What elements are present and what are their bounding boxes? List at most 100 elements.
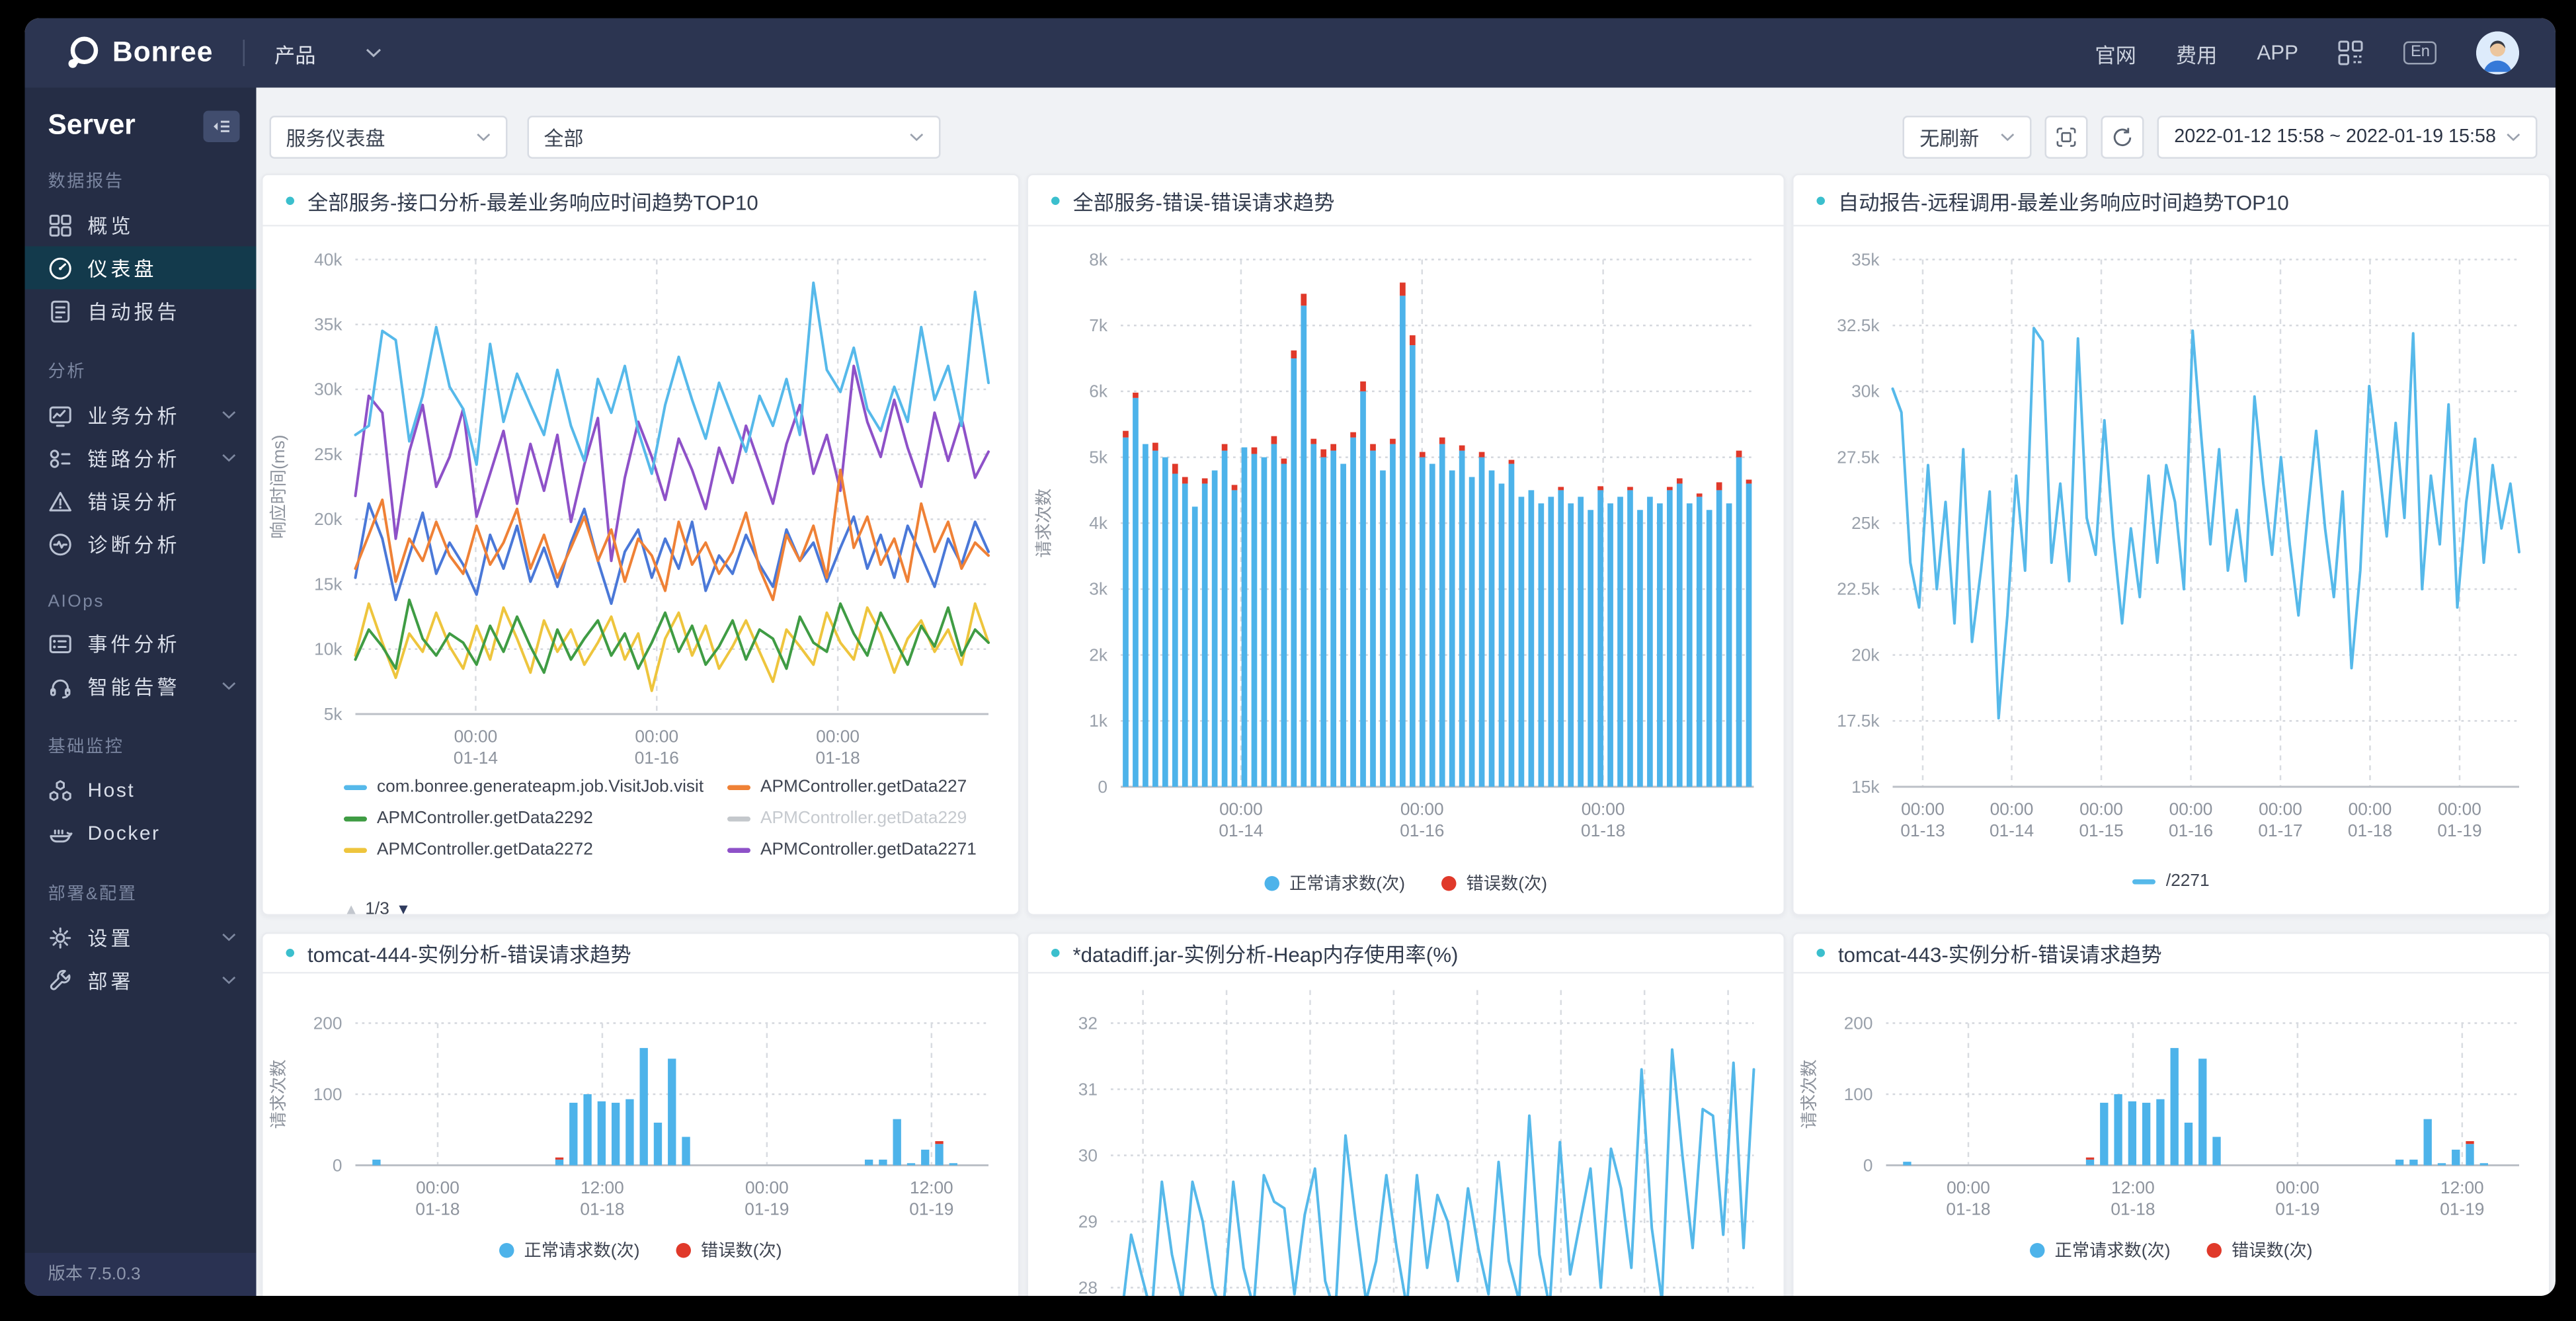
chart-title-row: 全部服务-接口分析-最差业务响应时间趋势TOP10 — [263, 175, 1019, 227]
fullscreen-button[interactable] — [2045, 116, 2088, 159]
sidebar-item-auto-report[interactable]: 自动报告 — [25, 290, 257, 333]
chart-legend: com.bonree.generateapm.job.VisitJob.visi… — [344, 777, 977, 860]
legend-item[interactable]: APMController.getData2272 — [344, 840, 727, 860]
bonree-logo[interactable]: Bonree — [65, 33, 214, 73]
svg-text:15k: 15k — [1851, 777, 1880, 797]
svg-text:01-16: 01-16 — [635, 748, 679, 768]
monitor-icon — [48, 403, 73, 428]
legend-item[interactable]: APMController.getData229 — [727, 809, 977, 828]
product-menu[interactable]: 产品 — [274, 37, 382, 69]
whale-icon — [48, 821, 73, 846]
svg-text:28: 28 — [1078, 1277, 1098, 1296]
legend-item[interactable]: /2271 — [2133, 871, 2210, 891]
chart-title: *datadiff.jar-实例分析-Heap内存使用率(%) — [1073, 938, 1459, 969]
chart-card-worst-response-top10: 全部服务-接口分析-最差业务响应时间趋势TOP105k10k15k20k25k3… — [261, 174, 1020, 916]
svg-text:00:00: 00:00 — [2259, 799, 2302, 819]
legend-label: 正常请求数(次) — [1289, 871, 1405, 897]
legend-label: com.bonree.generateapm.job.VisitJob.visi… — [377, 777, 704, 797]
refresh-interval-value: 无刷新 — [1919, 123, 1979, 151]
apps-grid-icon[interactable] — [2338, 40, 2364, 66]
svg-text:2k: 2k — [1089, 645, 1108, 664]
svg-text:01-18: 01-18 — [816, 748, 860, 768]
user-avatar[interactable] — [2476, 32, 2519, 75]
sidebar-item-host[interactable]: Host — [25, 769, 257, 812]
language-toggle[interactable]: En — [2404, 41, 2436, 65]
svg-text:12:00: 12:00 — [910, 1178, 953, 1197]
nav-link-billing[interactable]: 费用 — [2176, 37, 2218, 69]
sidebar-item-overview[interactable]: 概览 — [25, 204, 257, 247]
svg-text:200: 200 — [1844, 1013, 1873, 1033]
svg-text:5k: 5k — [1089, 447, 1108, 467]
sidebar: Server 数据报告概览仪表盘自动报告分析业务分析链路分析错误分析诊断分析AI… — [25, 88, 257, 1297]
legend-marker — [727, 784, 750, 789]
sidebar-item-smart-alert[interactable]: 智能告警 — [25, 664, 257, 707]
svg-text:00:00: 00:00 — [1901, 799, 1945, 819]
chart-title-dot — [1051, 196, 1060, 204]
legend-item[interactable]: com.bonree.generateapm.job.VisitJob.visi… — [344, 777, 727, 797]
sidebar-nav: 数据报告概览仪表盘自动报告分析业务分析链路分析错误分析诊断分析AIOps事件分析… — [25, 142, 257, 1002]
legend-page-down[interactable]: ▼ — [396, 901, 411, 916]
legend-item[interactable]: 正常请求数(次) — [2030, 1238, 2171, 1263]
sidebar-item-docker[interactable]: Docker — [25, 812, 257, 855]
chevron-down-icon — [2506, 132, 2521, 142]
sidebar-collapse-button[interactable] — [204, 110, 240, 141]
chevron-down-icon — [366, 48, 382, 58]
nav-link-website[interactable]: 官网 — [2095, 37, 2136, 69]
chart-title-dot — [1817, 196, 1826, 204]
legend-item[interactable]: 错误数(次) — [676, 1238, 782, 1263]
refresh-icon — [2111, 126, 2134, 149]
chart-card-datadiff-heap: *datadiff.jar-实例分析-Heap内存使用率(%)282930313… — [1027, 932, 1786, 1296]
legend-item[interactable]: 错误数(次) — [1441, 871, 1547, 897]
legend-page-up[interactable]: ▲ — [344, 901, 358, 916]
scope-select[interactable]: 全部 — [528, 116, 941, 159]
chart-legend: 正常请求数(次) 错误数(次) — [1794, 1238, 2550, 1263]
chart-title-dot — [286, 949, 295, 957]
svg-text:请求次数: 请求次数 — [1034, 489, 1054, 558]
refresh-button[interactable] — [2101, 116, 2144, 159]
legend-label: APMController.getData227 — [760, 777, 967, 797]
sidebar-item-deploy[interactable]: 部署 — [25, 959, 257, 1002]
legend-marker — [2133, 879, 2156, 884]
sidebar-item-event-analysis[interactable]: 事件分析 — [25, 621, 257, 664]
legend-item[interactable]: 正常请求数(次) — [499, 1238, 640, 1263]
svg-text:01-19: 01-19 — [2440, 1199, 2484, 1219]
gauge-icon — [48, 255, 73, 280]
legend-marker — [499, 1243, 514, 1258]
legend-item[interactable]: APMController.getData2271 — [727, 840, 977, 860]
svg-text:01-14: 01-14 — [1219, 821, 1263, 840]
sidebar-item-dashboard[interactable]: 仪表盘 — [25, 247, 257, 290]
sidebar-item-settings[interactable]: 设置 — [25, 916, 257, 959]
legend-marker — [344, 816, 367, 821]
svg-text:00:00: 00:00 — [745, 1178, 789, 1197]
nav-link-app[interactable]: APP — [2257, 42, 2298, 65]
refresh-interval-select[interactable]: 无刷新 — [1903, 116, 2032, 159]
chart-title-row: tomcat-443-实例分析-错误请求趋势 — [1794, 934, 2550, 974]
legend-item[interactable]: 正常请求数(次) — [1265, 871, 1406, 897]
date-range-picker[interactable]: 2022-01-12 15:58 ~ 2022-01-19 15:58 — [2157, 116, 2537, 159]
legend-item[interactable]: 错误数(次) — [2207, 1238, 2313, 1263]
sidebar-title: Server — [48, 109, 136, 142]
svg-text:1k: 1k — [1089, 711, 1108, 731]
legend-marker — [2030, 1243, 2045, 1258]
legend-item[interactable]: APMController.getData227 — [727, 777, 977, 797]
sidebar-item-diagnosis-analysis[interactable]: 诊断分析 — [25, 522, 257, 565]
dashboard-select[interactable]: 服务仪表盘 — [270, 116, 508, 159]
legend-marker — [344, 784, 367, 789]
chart-legend: /2271 — [1794, 871, 2550, 891]
warn-icon — [48, 489, 73, 514]
legend-label: 错误数(次) — [1467, 871, 1548, 897]
svg-text:01-19: 01-19 — [745, 1199, 789, 1219]
svg-text:00:00: 00:00 — [1219, 799, 1263, 819]
chevron-down-icon — [221, 681, 237, 691]
sidebar-item-error-analysis[interactable]: 错误分析 — [25, 479, 257, 522]
fullscreen-icon — [2055, 126, 2078, 149]
collapse-icon — [210, 115, 233, 137]
sidebar-item-trace-analysis[interactable]: 链路分析 — [25, 436, 257, 479]
svg-text:100: 100 — [1844, 1084, 1873, 1104]
svg-text:12:00: 12:00 — [2111, 1178, 2155, 1197]
chart-title: 自动报告-远程调用-最差业务响应时间趋势TOP10 — [1838, 184, 2289, 216]
legend-label: 正常请求数(次) — [524, 1238, 640, 1263]
legend-item[interactable]: APMController.getData2292 — [344, 809, 727, 828]
svg-text:01-18: 01-18 — [580, 1199, 624, 1219]
sidebar-item-business-analysis[interactable]: 业务分析 — [25, 393, 257, 436]
